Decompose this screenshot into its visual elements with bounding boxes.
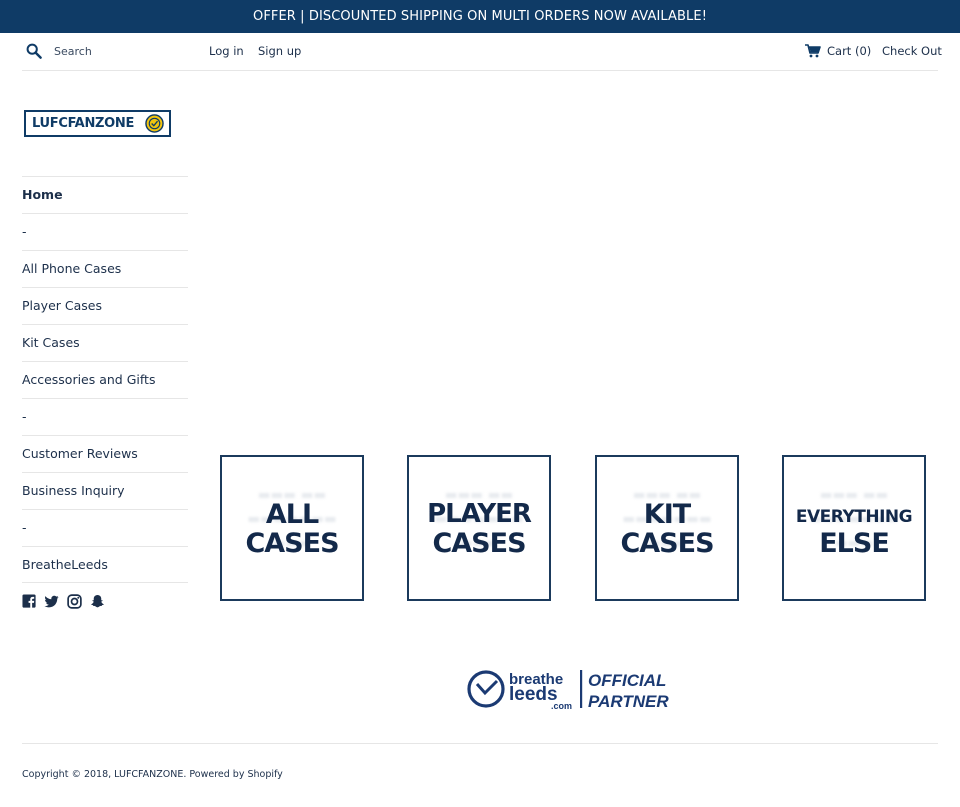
logo-badge-icon (145, 114, 164, 133)
sidebar-nav: Home - All Phone Cases Player Cases Kit … (22, 176, 188, 583)
partner-tag-line1: OFFICIAL (588, 671, 666, 690)
sidebar-item-home[interactable]: Home (22, 176, 188, 213)
snapchat-icon[interactable] (90, 594, 105, 609)
sidebar-item-accessories-and-gifts[interactable]: Accessories and Gifts (22, 361, 188, 398)
tile-label-line1: KIT (643, 499, 691, 530)
search-icon[interactable] (26, 43, 42, 59)
tile-label-line1: PLAYER (427, 499, 532, 529)
partner-tag-line2: PARTNER (588, 692, 669, 711)
breatheleeds-partner-logo[interactable]: breathe leeds .com OFFICIAL PARTNER (466, 666, 670, 712)
login-link[interactable]: Log in (209, 44, 244, 58)
sidebar-item-business-inquiry[interactable]: Business Inquiry (22, 472, 188, 509)
facebook-icon[interactable] (22, 594, 37, 609)
tile-label-line2: ELSE (819, 528, 890, 559)
partner-brand-suffix: .com (551, 701, 572, 711)
tile-label-line1: EVERYTHING (795, 507, 913, 527)
cart-link[interactable]: Cart (0) (827, 44, 871, 58)
sidebar-item-separator[interactable]: - (22, 398, 188, 435)
site-logo[interactable]: LUFCFANZONE (24, 110, 171, 137)
sidebar-item-separator[interactable]: - (22, 213, 188, 250)
tile-label-line2: CASES (245, 528, 339, 559)
cart-icon[interactable] (805, 44, 821, 58)
tile-label-line2: CASES (620, 528, 714, 559)
collection-tile-kit-cases[interactable]: ▬▬▬ ▬▬ ▬▬▬▬▬▬▬ ▬▬▬ KIT CASES (595, 455, 739, 601)
site-header: Log in Sign up Cart (0) Check Out (22, 33, 942, 71)
collection-tile-all-cases[interactable]: ▬▬▬ ▬▬ ▬▬▬▬▬▬▬ ▬▬▬ ALL CASES (220, 455, 364, 601)
search-input[interactable] (54, 42, 194, 60)
footer-divider (22, 743, 938, 744)
logo-text: LUFCFANZONE (32, 116, 135, 131)
collection-tile-player-cases[interactable]: ▬▬▬ ▬▬ ▬▬▬▬▬▬▬ ▬▬▬ PLAYER CASES (407, 455, 551, 601)
twitter-icon[interactable] (44, 594, 59, 609)
tile-label-line2: CASES (432, 528, 526, 559)
sidebar-item-all-phone-cases[interactable]: All Phone Cases (22, 250, 188, 287)
sidebar-item-separator[interactable]: - (22, 509, 188, 546)
sidebar-item-player-cases[interactable]: Player Cases (22, 287, 188, 324)
footer-copyright: Copyright © 2018, LUFCFANZONE. Powered b… (22, 769, 283, 780)
announcement-bar: OFFER | DISCOUNTED SHIPPING ON MULTI ORD… (0, 0, 960, 33)
sidebar-item-kit-cases[interactable]: Kit Cases (22, 324, 188, 361)
signup-link[interactable]: Sign up (258, 44, 301, 58)
instagram-icon[interactable] (67, 594, 82, 609)
sidebar-item-customer-reviews[interactable]: Customer Reviews (22, 435, 188, 472)
sidebar-item-breatheleeds[interactable]: BreatheLeeds (22, 546, 188, 583)
checkout-link[interactable]: Check Out (882, 44, 942, 58)
collection-tile-everything-else[interactable]: ▬▬▬ ▬▬ ▬▬▬▬▬▬▬ ▬▬▬ EVERYTHING ELSE (782, 455, 926, 601)
tile-label-line1: ALL (265, 499, 319, 530)
